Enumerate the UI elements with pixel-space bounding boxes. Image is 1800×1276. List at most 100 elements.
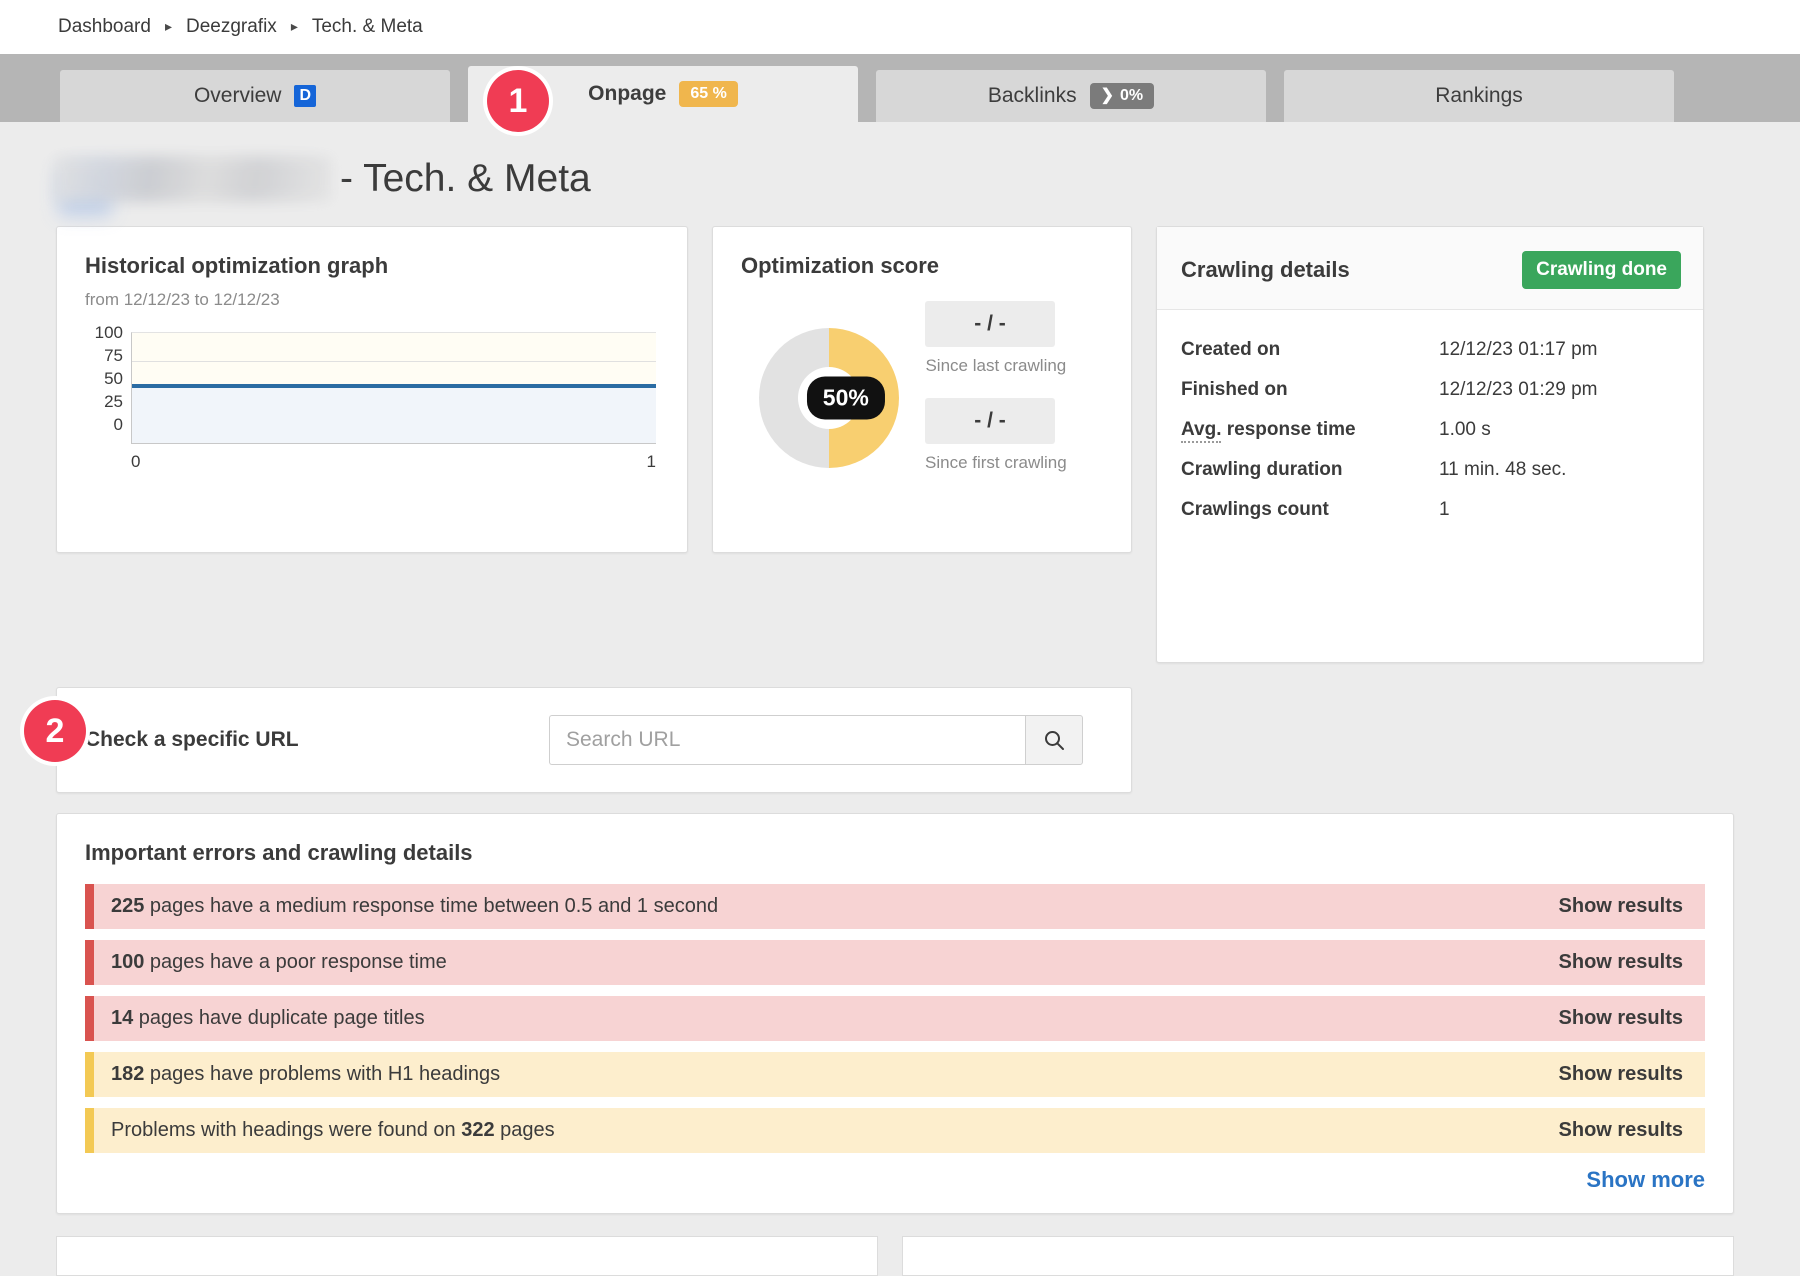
error-row-count: 100 [111,951,144,973]
chart-gridline [132,361,656,362]
tab-backlinks-label: Backlinks [988,84,1077,108]
tab-backlinks-badge: ❯ 0% [1090,83,1155,109]
warning-row-desc-suffix: pages [495,1119,555,1141]
delta-since-last-caption: Since last crawling [925,356,1067,376]
tab-overview-label: Overview [194,84,282,108]
bottom-card-strip [0,1214,1800,1276]
crawling-detail-key: Created on [1181,339,1439,361]
check-url-card: Check a specific URL [56,687,1132,793]
crawling-details-list: Created on 12/12/23 01:17 pm Finished on… [1157,310,1703,556]
callout-marker-2: 2 [24,700,86,762]
crawling-detail-key-tooltip[interactable]: Avg. [1181,419,1221,443]
warning-row-desc: Problems with headings were found on [111,1119,461,1141]
callout-marker-1: 1 [487,70,549,132]
breadcrumb-item-dashboard[interactable]: Dashboard [58,16,151,38]
error-row-count: 225 [111,895,144,917]
chart-series-area [132,388,656,443]
warning-row-count: 322 [461,1119,494,1141]
crawling-detail-value: 12/12/23 01:29 pm [1439,379,1597,401]
delta-since-last-value: - / - [925,301,1055,347]
historical-chart: 100 75 50 25 0 [85,332,659,444]
show-results-link[interactable]: Show results [1559,951,1683,974]
score-card-title: Optimization score [741,253,1131,279]
show-results-link[interactable]: Show results [1559,1063,1683,1086]
page-title: - Tech. & Meta [54,156,1800,202]
warning-row-count: 182 [111,1063,144,1085]
error-row-desc: pages have a medium response time betwee… [144,895,718,917]
tab-overview[interactable]: Overview D [60,70,450,122]
crawling-detail-key[interactable]: Avg. response time [1181,419,1439,441]
crawling-details-header: Crawling details Crawling done [1157,227,1703,310]
crawling-detail-key: Crawlings count [1181,499,1439,521]
errors-card-title: Important errors and crawling details [85,840,1705,866]
chevron-right-icon: ❯ [1101,88,1114,104]
crawling-detail-key-rest: response time [1221,419,1355,440]
crawling-details-title: Crawling details [1181,257,1350,283]
severity-bar-error [85,884,94,929]
bottom-card-left [56,1236,878,1276]
delta-since-first-value: - / - [925,398,1055,444]
y-tick-100: 100 [95,323,123,343]
crawling-detail-row: Avg. response time 1.00 s [1181,410,1679,450]
crawling-detail-row: Crawlings count 1 [1181,490,1679,530]
historical-optimization-card: Historical optimization graph from 12/12… [56,226,688,553]
error-row-desc: pages have a poor response time [144,951,446,973]
severity-bar-warning [85,1052,94,1097]
page-title-suffix: - Tech. & Meta [340,157,591,201]
historical-card-title: Historical optimization graph [85,253,659,279]
search-url-button[interactable] [1025,715,1083,765]
show-results-link[interactable]: Show results [1559,1007,1683,1030]
breadcrumb-separator-icon: ▸ [291,19,298,33]
show-more-link[interactable]: Show more [85,1167,1705,1193]
error-row: 100 pages have a poor response time Show… [85,940,1705,985]
tab-backlinks[interactable]: Backlinks ❯ 0% [876,70,1266,122]
crawling-details-card: Crawling details Crawling done Created o… [1156,226,1704,663]
crawling-detail-row: Crawling duration 11 min. 48 sec. [1181,450,1679,490]
search-icon [1042,728,1066,752]
tab-rankings-label: Rankings [1435,84,1523,108]
severity-bar-warning [85,1108,94,1153]
chart-x-axis: 0 1 [131,444,656,472]
warning-row-desc: pages have problems with H1 headings [144,1063,500,1085]
crawling-detail-key: Finished on [1181,379,1439,401]
warning-row-text: 182 pages have problems with H1 headings [111,1063,500,1086]
delta-since-first-caption: Since first crawling [925,453,1067,473]
error-row: 225 pages have a medium response time be… [85,884,1705,929]
warning-row-text: Problems with headings were found on 322… [111,1119,555,1142]
error-row-count: 14 [111,1007,133,1029]
tab-rankings[interactable]: Rankings [1284,70,1674,122]
tab-backlinks-badge-value: 0% [1120,88,1143,104]
bottom-card-right [902,1236,1734,1276]
search-url-input[interactable] [549,715,1025,765]
crawling-detail-row: Finished on 12/12/23 01:29 pm [1181,370,1679,410]
warning-row: 182 pages have problems with H1 headings… [85,1052,1705,1097]
y-tick-75: 75 [104,346,123,366]
severity-bar-error [85,940,94,985]
chart-series-line [132,384,656,388]
chart-plot-area [131,332,656,444]
check-url-label: Check a specific URL [85,728,299,752]
crawling-detail-value: 11 min. 48 sec. [1439,459,1566,481]
severity-bar-error [85,996,94,1041]
breadcrumb-item-project[interactable]: Deezgrafix [186,16,277,38]
breadcrumb: Dashboard ▸ Deezgrafix ▸ Tech. & Meta [0,0,1800,54]
score-card-body: 50% - / - Since last crawling - / - Sinc… [713,301,1131,495]
crawling-detail-value: 12/12/23 01:17 pm [1439,339,1597,361]
error-row: 14 pages have duplicate page titles Show… [85,996,1705,1041]
crawling-detail-value: 1 [1439,499,1450,521]
show-results-link[interactable]: Show results [1559,895,1683,918]
main-tab-bar: Overview D Onpage 65 % Backlinks ❯ 0% Ra… [0,54,1800,122]
show-results-link[interactable]: Show results [1559,1119,1683,1142]
score-deltas: - / - Since last crawling - / - Since fi… [925,301,1067,495]
top-card-row: Historical optimization graph from 12/12… [0,226,1800,663]
error-row-desc: pages have duplicate page titles [133,1007,424,1029]
breadcrumb-item-current: Tech. & Meta [312,16,423,38]
error-row-text: 225 pages have a medium response time be… [111,895,718,918]
x-tick-end: 1 [647,452,656,472]
error-row-text: 14 pages have duplicate page titles [111,1007,425,1030]
crawling-detail-key: Crawling duration [1181,459,1439,481]
warning-row: Problems with headings were found on 322… [85,1108,1705,1153]
y-tick-0: 0 [114,415,123,435]
tab-overview-badge: D [294,85,316,107]
y-tick-50: 50 [104,369,123,389]
